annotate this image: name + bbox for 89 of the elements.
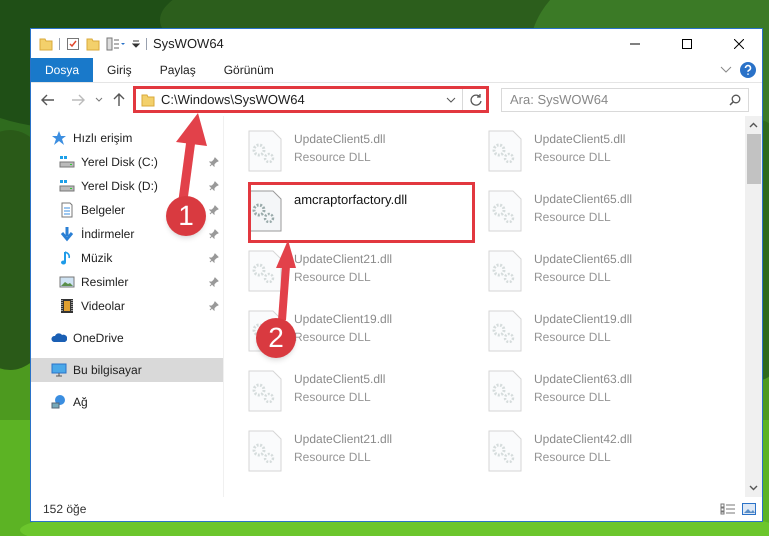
- file-name: UpdateClient42.dll: [534, 431, 632, 448]
- dropdown-icon[interactable]: [132, 38, 140, 48]
- file-name: UpdateClient63.dll: [534, 371, 632, 388]
- sidebar-item[interactable]: Müzik: [31, 246, 116, 270]
- computer-icon: [51, 362, 67, 378]
- search-icon[interactable]: [729, 94, 741, 106]
- sidebar-item[interactable]: Resimler: [31, 270, 132, 294]
- file-type: Resource DLL: [294, 269, 372, 286]
- file-name: UpdateClient5.dll: [294, 371, 386, 388]
- file-name: UpdateClient5.dll: [534, 131, 626, 148]
- file-type: Resource DLL: [294, 389, 372, 406]
- file-name: UpdateClient19.dll: [534, 311, 632, 328]
- file-type: Resource DLL: [534, 269, 612, 286]
- file-type: Resource DLL: [534, 209, 612, 226]
- file-name: amcraptorfactory.dll: [294, 191, 408, 209]
- document-icon: [59, 202, 75, 218]
- network-icon: [51, 394, 67, 410]
- sidebar-item[interactable]: Yerel Disk (C:): [31, 150, 162, 174]
- file-type: Resource DLL: [534, 329, 612, 346]
- chevron-down-icon[interactable]: [720, 66, 732, 74]
- chevron-down-icon[interactable]: [95, 97, 103, 102]
- scrollbar-thumb[interactable]: [746, 134, 760, 184]
- chevron-down-icon[interactable]: [446, 96, 456, 102]
- search-field[interactable]: Ara: SysWOW64: [501, 88, 749, 112]
- drive-icon: [59, 154, 75, 170]
- pictures-icon: [59, 274, 75, 290]
- gear-file-icon: [488, 190, 522, 232]
- details-view-icon[interactable]: [720, 503, 736, 515]
- gear-file-icon: [488, 310, 522, 352]
- large-icons-view-icon[interactable]: [742, 503, 756, 515]
- file-name: UpdateClient65.dll: [534, 251, 632, 268]
- window-title: SysWOW64: [153, 34, 224, 53]
- help-icon[interactable]: [740, 62, 756, 78]
- sidebar-item[interactable]: Hızlı erişim: [31, 126, 223, 150]
- close-icon: [734, 38, 744, 48]
- chevron-down-icon[interactable]: [749, 485, 758, 491]
- up-arrow-icon[interactable]: [113, 92, 125, 106]
- pin-icon[interactable]: [209, 253, 219, 263]
- sidebar-item[interactable]: Yerel Disk (D:): [31, 174, 162, 198]
- star-icon: [51, 130, 67, 146]
- gear-file-icon: [248, 430, 282, 472]
- item-count: 152 öğe: [43, 501, 88, 518]
- properties-icon[interactable]: [106, 36, 126, 50]
- sidebar-item[interactable]: Videolar: [31, 294, 129, 318]
- pin-icon[interactable]: [209, 157, 219, 167]
- drive-icon: [59, 178, 75, 194]
- gear-file-icon: [488, 430, 522, 472]
- ribbon-tab[interactable]: Dosya: [31, 58, 94, 82]
- file-type: Resource DLL: [294, 449, 372, 466]
- sidebar-item[interactable]: OneDrive: [31, 326, 223, 350]
- folder-icon: [141, 92, 155, 106]
- address-bar[interactable]: C:\Windows\SysWOW64: [133, 86, 489, 113]
- video-icon: [59, 298, 75, 314]
- ribbon-tab[interactable]: Görünüm: [210, 58, 288, 82]
- gear-file-icon: [248, 130, 282, 172]
- pin-icon[interactable]: [209, 301, 219, 311]
- chevron-up-icon[interactable]: [749, 122, 758, 128]
- file-type: Resource DLL: [534, 149, 612, 166]
- ribbon-tab[interactable]: Paylaş: [146, 58, 210, 82]
- scrollbar[interactable]: [745, 116, 762, 497]
- pin-icon[interactable]: [209, 181, 219, 191]
- address-path: C:\Windows\SysWOW64: [161, 90, 306, 109]
- gear-file-icon: [488, 250, 522, 292]
- gear-file-icon: [488, 370, 522, 412]
- file-name: UpdateClient19.dll: [294, 311, 392, 328]
- gear-file-icon: [248, 370, 282, 412]
- gear-file-icon: [488, 130, 522, 172]
- sidebar-item[interactable]: Bu bilgisayar: [31, 358, 223, 382]
- sidebar-item[interactable]: İndirmeler: [31, 222, 138, 246]
- maximize-icon: [682, 38, 692, 48]
- pin-icon[interactable]: [209, 205, 219, 215]
- file-type: Resource DLL: [534, 389, 612, 406]
- download-icon: [59, 226, 75, 242]
- sidebar-item[interactable]: Belgeler: [31, 198, 130, 222]
- pin-icon[interactable]: [209, 277, 219, 287]
- checkmark-icon[interactable]: [66, 36, 80, 50]
- gear-file-icon: [248, 250, 282, 292]
- file-type: Resource DLL: [294, 149, 372, 166]
- file-name: UpdateClient65.dll: [534, 191, 632, 208]
- gear-file-icon: [248, 190, 282, 232]
- refresh-icon[interactable]: [469, 92, 483, 106]
- ribbon-tab[interactable]: Giriş: [93, 58, 146, 82]
- back-arrow-icon[interactable]: [41, 94, 55, 106]
- pin-icon[interactable]: [209, 229, 219, 239]
- file-name: UpdateClient21.dll: [294, 251, 392, 268]
- file-type: Resource DLL: [534, 449, 612, 466]
- file-name: UpdateClient21.dll: [294, 431, 392, 448]
- file-name: UpdateClient5.dll: [294, 131, 386, 148]
- sidebar-item[interactable]: Ağ: [31, 390, 223, 414]
